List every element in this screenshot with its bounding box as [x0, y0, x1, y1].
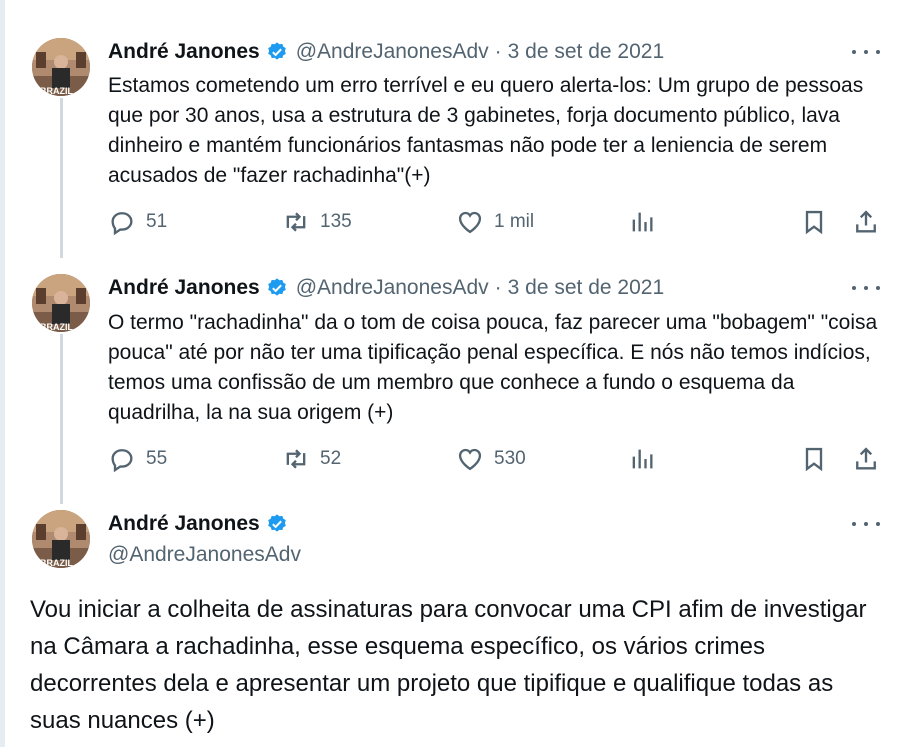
dot-icon [864, 522, 868, 526]
svg-text:BRAZIL: BRAZIL [40, 558, 73, 568]
more-options-button[interactable] [852, 514, 880, 534]
dot-icon [876, 522, 880, 526]
dot-icon [852, 522, 856, 526]
author-handle[interactable]: @AndreJanonesAdv [108, 543, 301, 567]
avatar[interactable]: BRAZIL [32, 510, 90, 568]
tweet-text: Vou iniciar a colheita de assinaturas pa… [30, 596, 867, 734]
tweet-3[interactable]: BRAZIL André Janones @AndreJanonesAdv Vo… [0, 0, 912, 747]
author-name[interactable]: André Janones [108, 512, 260, 536]
verified-badge-icon [267, 514, 286, 532]
tweet-header: André Janones [108, 512, 288, 536]
